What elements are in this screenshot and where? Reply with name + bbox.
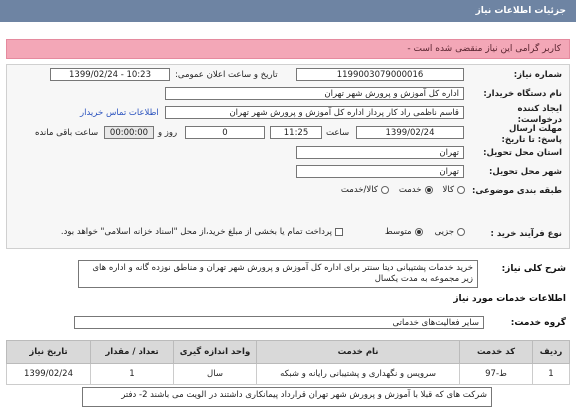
cell-quantity: 1: [90, 363, 174, 385]
service-group-label: گروه خدمت:: [510, 318, 566, 328]
process-option-medium[interactable]: متوسط: [385, 227, 423, 237]
creator-field[interactable]: قاسم ناظمی راد کار پرداز اداره کل آموزش …: [165, 106, 464, 119]
need-number-field[interactable]: 1199003079000016: [296, 68, 464, 81]
process-radio-group: جزیی متوسط: [350, 227, 465, 237]
payment-treasury-option[interactable]: پرداخت تمام یا بخشی از مبلغ خرید،از محل …: [58, 227, 343, 237]
col-row: ردیف: [532, 340, 570, 364]
cell-unit: سال: [173, 363, 257, 385]
table-header-row: ردیف کد خدمت نام خدمت واحد اندازه گیری ت…: [6, 340, 570, 364]
buyer-field[interactable]: اداره کل آموزش و پرورش شهر تهران: [165, 87, 464, 100]
description-box: خرید خدمات پشتیبانی دیتا سنتر برای اداره…: [78, 260, 478, 288]
days-field[interactable]: 0: [185, 126, 265, 139]
process-option-minor[interactable]: جزیی: [435, 227, 465, 237]
city-field[interactable]: تهران: [296, 165, 464, 178]
category-option-goods[interactable]: کالا: [443, 185, 465, 195]
radio-goods-service[interactable]: [380, 186, 389, 194]
page-header: جزئیات اطلاعات نیاز: [0, 0, 576, 22]
buyer-label: نام دستگاه خریدار:: [483, 89, 562, 99]
city-label: شهر محل تحویل:: [489, 167, 562, 177]
province-field[interactable]: تهران: [296, 146, 464, 159]
announce-field[interactable]: 1399/02/24 - 10:23: [50, 68, 170, 81]
service-group-field[interactable]: سایر فعالیت‌های خدماتی: [74, 316, 484, 329]
deadline-time-field[interactable]: 11:25: [270, 126, 322, 139]
table-row[interactable]: 1 ط-97 سرویس و نگهداری و پشتیبانی رایانه…: [6, 363, 570, 385]
cell-need-date: 1399/02/24: [6, 363, 91, 385]
description-label: شرح کلی نیاز:: [501, 264, 566, 274]
days-label: روز و: [158, 128, 178, 138]
deadline-date-field[interactable]: 1399/02/24: [356, 126, 464, 139]
radio-goods[interactable]: [457, 186, 465, 194]
alert-text: - کاربر گرامی این نیاز منقضی شده است: [407, 44, 561, 54]
services-table: ردیف کد خدمت نام خدمت واحد اندازه گیری ت…: [6, 340, 570, 385]
col-need-date: تاریخ نیاز: [6, 340, 91, 364]
cell-service-code: ط-97: [459, 363, 533, 385]
payment-note: پرداخت تمام یا بخشی از مبلغ خرید،از محل …: [60, 227, 332, 237]
time-label: ساعت: [326, 128, 350, 138]
category-radio-group: کالا خدمت کالا/خدمت: [300, 185, 465, 195]
remaining-label: ساعت باقی مانده: [35, 128, 99, 138]
buyer-contact-link[interactable]: اطلاعات تماس خریدار: [80, 108, 159, 118]
cell-row: 1: [532, 363, 570, 385]
col-service-code: کد خدمت: [459, 340, 533, 364]
deadline-label: مهلت ارسال پاسخ: تا تاریخ:: [501, 124, 562, 145]
col-unit: واحد اندازه گیری: [173, 340, 257, 364]
creator-label: ایجاد کننده درخواست:: [517, 104, 562, 125]
buyer-note-box: شرکت های که قبلا با آموزش و پرورش شهر ته…: [82, 387, 492, 407]
need-number-label: شماره نیاز:: [513, 70, 562, 80]
page-title: جزئیات اطلاعات نیاز: [475, 6, 566, 16]
radio-minor[interactable]: [457, 228, 465, 236]
expired-alert: - کاربر گرامی این نیاز منقضی شده است: [6, 39, 570, 59]
services-section-title: اطلاعات خدمات مورد نیاز: [453, 294, 566, 304]
remaining-time-field: 00:00:00: [104, 126, 154, 139]
category-option-service[interactable]: خدمت: [399, 185, 433, 195]
announce-label: تاریخ و ساعت اعلان عمومی:: [175, 70, 278, 80]
province-label: استان محل تحویل:: [483, 148, 562, 158]
category-label: طبقه بندی موضوعی:: [472, 186, 562, 196]
col-service-name: نام خدمت: [256, 340, 460, 364]
col-quantity: تعداد / مقدار: [90, 340, 174, 364]
cell-service-name: سرویس و نگهداری و پشتیبانی رایانه و شبکه: [256, 363, 460, 385]
radio-medium[interactable]: [414, 228, 423, 236]
radio-service[interactable]: [424, 186, 433, 194]
treasury-checkbox[interactable]: [335, 228, 343, 236]
category-option-goods-service[interactable]: کالا/خدمت: [341, 185, 389, 195]
process-label: نوع فرآیند خرید :: [490, 229, 562, 239]
